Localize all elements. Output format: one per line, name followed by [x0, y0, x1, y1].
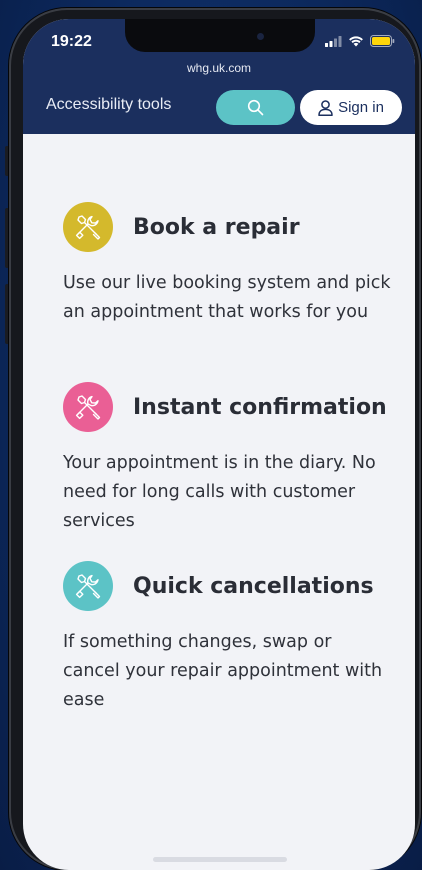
site-header: 19:22 whg.uk.com Accessibility tools Sig…: [23, 19, 415, 134]
feature-quick-cancellations: Quick cancellations If something changes…: [63, 561, 393, 715]
accessibility-tools-link[interactable]: Accessibility tools: [46, 96, 171, 114]
tools-icon: [63, 382, 113, 432]
phone-screen: 19:22 whg.uk.com Accessibility tools Sig…: [23, 19, 415, 870]
search-icon: [247, 99, 264, 116]
browser-url[interactable]: whg.uk.com: [23, 61, 415, 75]
feature-title: Book a repair: [133, 214, 300, 240]
tools-icon: [63, 202, 113, 252]
sign-in-button[interactable]: Sign in: [300, 90, 402, 125]
wifi-icon: [349, 36, 363, 47]
feature-title: Instant confirmation: [133, 394, 387, 420]
feature-header: Instant confirmation: [63, 382, 393, 432]
feature-header: Book a repair: [63, 202, 393, 252]
feature-book-repair: Book a repair Use our live booking syste…: [63, 202, 393, 327]
battery-icon: [370, 35, 395, 47]
status-icons: [325, 35, 395, 47]
sign-in-label: Sign in: [338, 99, 384, 116]
status-time: 19:22: [51, 33, 92, 50]
feature-description: If something changes, swap or cancel you…: [63, 632, 383, 710]
feature-instant-confirmation: Instant confirmation Your appointment is…: [63, 382, 393, 536]
feature-description: Your appointment is in the diary. No nee…: [63, 453, 376, 531]
notch: [125, 19, 315, 52]
tools-icon: [63, 561, 113, 611]
front-camera: [257, 33, 264, 40]
feature-title: Quick cancellations: [133, 573, 374, 599]
device-backdrop: 19:22 whg.uk.com Accessibility tools Sig…: [0, 0, 422, 870]
feature-description: Use our live booking system and pick an …: [63, 273, 391, 322]
signal-icon: [325, 35, 342, 47]
feature-header: Quick cancellations: [63, 561, 393, 611]
user-icon: [318, 99, 333, 116]
search-button[interactable]: [216, 90, 295, 125]
home-indicator[interactable]: [153, 857, 287, 862]
